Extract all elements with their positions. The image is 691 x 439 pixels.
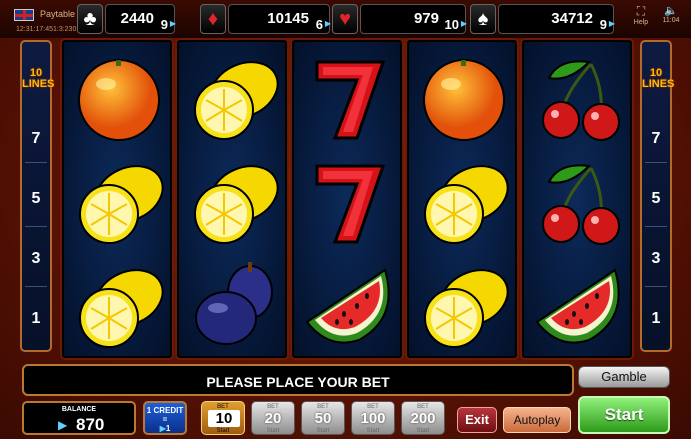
lemon-icon xyxy=(414,256,514,356)
arrow-icon: ▶ xyxy=(58,418,68,432)
game-id: 12:31:17:451:3:230 xyxy=(16,26,77,33)
jackpot-value: 2440 xyxy=(120,10,154,27)
jackpot-diamonds: ♦ 10145 6 ▶ xyxy=(200,4,331,34)
message-text: PLEASE PLACE YOUR BET xyxy=(206,374,390,390)
jackpot-count: 6 xyxy=(315,17,323,32)
jackpot-value: 34712 xyxy=(551,10,593,27)
sound-button[interactable]: 🔈 11:04 xyxy=(660,4,682,24)
bet-button-20[interactable]: BET 20 Start xyxy=(251,401,295,435)
autoplay-button[interactable]: Autoplay xyxy=(503,407,571,433)
jackpot-clubs: ♣ 2440 9 ▶ xyxy=(77,4,176,34)
cherry-icon xyxy=(529,152,629,252)
reel-3 xyxy=(292,40,402,358)
line-number[interactable]: 7 xyxy=(22,130,50,148)
reel-1 xyxy=(62,40,172,358)
top-bar: Paytable 12:31:17:451:3:230 ♣ 2440 9 ▶ ♦… xyxy=(0,0,691,38)
message-bar: PLEASE PLACE YOUR BET xyxy=(22,364,574,396)
jackpot-count: 10 xyxy=(444,17,459,32)
reel-5 xyxy=(522,40,632,358)
bet-button-200[interactable]: BET 200 Start xyxy=(401,401,445,435)
line-number[interactable]: 3 xyxy=(642,250,670,268)
lemon-icon xyxy=(184,48,284,148)
orange-icon xyxy=(69,48,169,148)
line-number[interactable]: 1 xyxy=(642,310,670,328)
line-number[interactable]: 5 xyxy=(642,190,670,208)
watermelon-icon xyxy=(299,256,399,356)
arrow-icon: ▶ xyxy=(169,19,176,28)
balance-display: BALANCE ▶ 870 xyxy=(22,401,136,435)
arrow-icon: ▶ xyxy=(608,19,615,28)
diamonds-icon: ♦ xyxy=(200,4,226,34)
paytable-link[interactable]: Paytable xyxy=(40,9,75,19)
bet-button-50[interactable]: BET 50 Start xyxy=(301,401,345,435)
lemon-icon xyxy=(414,152,514,252)
jackpot-value: 10145 xyxy=(267,10,309,27)
clock: 11:04 xyxy=(662,17,680,24)
balance-label: BALANCE xyxy=(61,406,97,413)
cherry-icon xyxy=(529,48,629,148)
spades-icon: ♠ xyxy=(470,4,496,34)
jackpot-count: 9 xyxy=(160,17,168,32)
reel-2 xyxy=(177,40,287,358)
line-number[interactable]: 7 xyxy=(642,130,670,148)
hearts-icon: ♥ xyxy=(332,4,358,34)
lines-panel-left: 10 LINES 7 5 3 1 xyxy=(20,40,55,352)
jackpot-value: 979 xyxy=(413,10,439,27)
lines-count: 10 LINES xyxy=(22,67,55,90)
jackpot-spades: ♠ 34712 9 ▶ xyxy=(470,4,615,34)
fullscreen-button[interactable]: ⛶ Help xyxy=(630,4,652,26)
orange-icon xyxy=(414,48,514,148)
bet-button-100[interactable]: BET 100 Start xyxy=(351,401,395,435)
line-number[interactable]: 5 xyxy=(22,190,50,208)
line-number[interactable]: 1 xyxy=(22,310,50,328)
jackpot-box: 34712 9 ▶ xyxy=(498,4,615,34)
lines-count: 10 LINES xyxy=(642,67,675,90)
credit-denomination-button[interactable]: 1 CREDIT = ▶1 xyxy=(143,401,187,435)
lemon-icon xyxy=(184,152,284,252)
exit-button[interactable]: Exit xyxy=(457,407,497,433)
lemon-icon xyxy=(69,152,169,252)
jackpot-box: 10145 6 ▶ xyxy=(228,4,331,34)
arrow-icon: ▶ xyxy=(460,19,467,28)
plum-icon xyxy=(184,256,284,356)
clubs-icon: ♣ xyxy=(77,4,103,34)
start-button[interactable]: Start xyxy=(578,396,670,434)
lines-panel-right: 10 LINES 7 5 3 1 xyxy=(640,40,675,352)
fullscreen-icon: ⛶ xyxy=(636,4,646,18)
seven-icon xyxy=(299,48,399,148)
balance-value: 870 xyxy=(76,415,105,434)
jackpot-box: 979 10 ▶ xyxy=(360,4,467,34)
jackpot-hearts: ♥ 979 10 ▶ xyxy=(332,4,467,34)
reel-4 xyxy=(407,40,517,358)
speaker-icon: 🔈 xyxy=(664,5,678,17)
gamble-button[interactable]: Gamble xyxy=(578,366,670,388)
arrow-icon: ▶ xyxy=(324,19,331,28)
seven-icon xyxy=(299,152,399,252)
lemon-icon xyxy=(69,256,169,356)
language-flag-icon[interactable] xyxy=(14,9,34,21)
watermelon-icon xyxy=(529,256,629,356)
jackpot-count: 9 xyxy=(599,17,607,32)
help-label: Help xyxy=(633,19,649,26)
bet-button-10[interactable]: BET 10 Start xyxy=(201,401,245,435)
line-number[interactable]: 3 xyxy=(22,250,50,268)
jackpot-box: 2440 9 ▶ xyxy=(105,4,176,34)
